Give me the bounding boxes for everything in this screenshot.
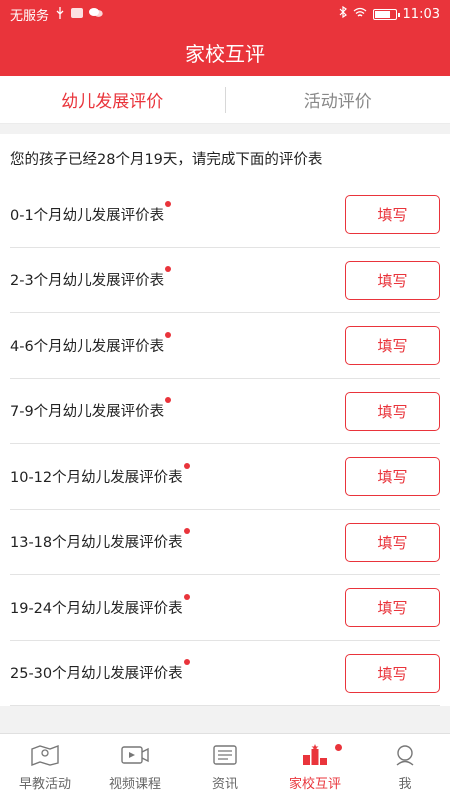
fill-button[interactable]: 填写 [345,588,440,627]
nav-label: 早教活动 [18,776,71,792]
podium-icon [300,743,330,767]
unread-dot [165,331,172,338]
nav-label: 资讯 [211,776,238,792]
unread-dot [183,462,190,469]
form-label: 4-6个月幼儿发展评价表 [10,331,172,356]
wechat-icon [89,7,103,21]
evaluation-list-panel: 您的孩子已经28个月19天，请完成下面的评价表 0-1个月幼儿发展评价表 填写 … [0,134,450,706]
form-label: 13-18个月幼儿发展评价表 [10,528,190,552]
intro-text: 您的孩子已经28个月19天，请完成下面的评价表 [10,151,323,168]
clock-text: 11:03 [402,6,440,22]
form-label: 10-12个月幼儿发展评价表 [10,462,190,487]
list-item: 4-6个月幼儿发展评价表 填写 [10,313,440,379]
carrier-text: 无服务 [10,8,50,24]
bottom-navigation: 早教活动 视频课程 资讯 家校互评 我 [0,733,450,800]
unread-dot [183,528,190,535]
unread-dot [165,266,172,273]
status-bar: 无服务 11:03 [0,0,450,28]
unread-dot [165,200,172,207]
fill-button[interactable]: 填写 [345,653,440,693]
battery-icon [372,8,400,20]
form-label: 0-1个月幼儿发展评价表 [10,200,172,225]
bluetooth-icon [339,5,347,22]
huawei-icon [71,7,84,21]
unread-dot [165,397,172,404]
tab-child-development[interactable]: 幼儿发展评价 [0,87,225,112]
status-bar-left: 无服务 [10,5,103,24]
nav-item-home-school-review[interactable]: 家校互评 [270,734,360,800]
video-icon [120,743,150,767]
nav-item-video-courses[interactable]: 视频课程 [90,734,180,800]
unread-dot [183,593,190,600]
page-title: 家校互评 [185,41,265,66]
tab-bar: 幼儿发展评价 活动评价 [0,76,450,124]
news-icon [210,743,240,767]
wifi-icon [353,7,367,22]
app-header: 家校互评 [0,28,450,76]
list-item: 25-30个月幼儿发展评价表 填写 [10,641,440,706]
nav-label: 家校互评 [288,776,341,792]
map-icon [30,743,60,767]
nav-label: 视频课程 [108,776,161,792]
list-item: 2-3个月幼儿发展评价表 填写 [10,248,440,313]
fill-button[interactable]: 填写 [345,457,440,496]
form-label: 7-9个月幼儿发展评价表 [10,397,172,421]
form-label: 25-30个月幼儿发展评价表 [10,659,190,683]
list-item: 10-12个月幼儿发展评价表 填写 [10,444,440,510]
usb-icon [55,6,65,22]
fill-button[interactable]: 填写 [345,391,440,431]
tab-activity-evaluation[interactable]: 活动评价 [226,87,450,112]
list-item: 13-18个月幼儿发展评价表 填写 [10,510,440,575]
form-label: 19-24个月幼儿发展评价表 [10,593,190,618]
profile-icon [390,743,420,767]
list-item: 19-24个月幼儿发展评价表 填写 [10,575,440,641]
nav-item-early-education[interactable]: 早教活动 [0,734,90,800]
unread-dot [183,659,190,666]
list-item: 7-9个月幼儿发展评价表 填写 [10,379,440,444]
fill-button[interactable]: 填写 [345,326,440,365]
notification-dot [335,744,342,751]
form-label: 2-3个月幼儿发展评价表 [10,266,172,290]
fill-button[interactable]: 填写 [345,522,440,562]
nav-label: 我 [398,776,412,792]
nav-item-news[interactable]: 资讯 [180,734,270,800]
status-bar-right: 11:03 [339,5,440,22]
fill-button[interactable]: 填写 [345,260,440,300]
list-item: 0-1个月幼儿发展评价表 填写 [10,182,440,248]
fill-button[interactable]: 填写 [345,195,440,234]
nav-item-me[interactable]: 我 [360,734,450,800]
